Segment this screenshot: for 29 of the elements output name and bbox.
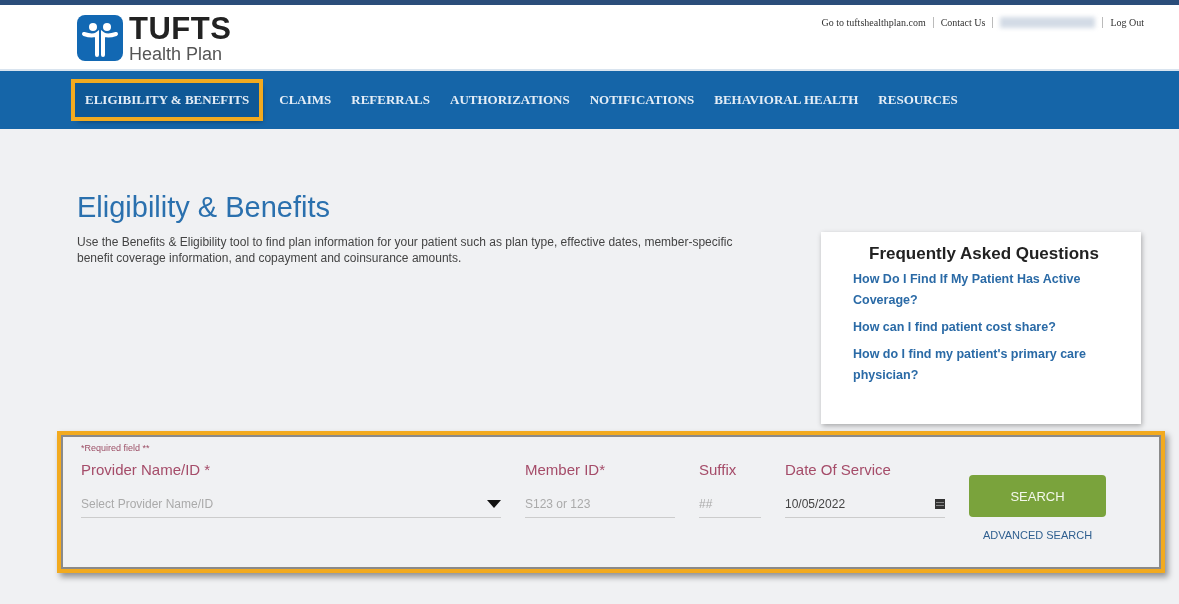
header-link[interactable]: Contact Us <box>940 16 986 28</box>
logo-icon <box>77 15 123 61</box>
advanced-search-link[interactable]: ADVANCED SEARCH <box>982 529 1093 541</box>
field-label: Date Of Service <box>785 461 892 478</box>
faq-link[interactable]: How do I find my patient's primary care physician? <box>853 344 1125 386</box>
field-label: Suffix <box>699 461 738 478</box>
logo-wordmark: TUFTS <box>129 13 232 44</box>
page-description: Use the Benefits & Eligibility tool to find plan information for your patient such as plan type, effective dates, member-specific benefit coverage information, and copayment and coinsurance amounts. <box>77 234 734 266</box>
nav-tab[interactable]: AUTHORIZATIONS <box>440 83 580 117</box>
header-link[interactable]: Go to tuftshealthplan.com <box>821 16 926 28</box>
faq-title: Frequently Asked Questions <box>869 244 1099 264</box>
field-label: Provider Name/ID * <box>81 461 212 478</box>
input-field[interactable]: S123 or 123 <box>525 490 675 518</box>
calendar-icon <box>935 498 945 509</box>
nav-tab[interactable]: BEHAVIORAL HEALTH <box>704 83 869 117</box>
header-link[interactable]: Log Out <box>1110 16 1144 28</box>
nav-tab[interactable]: CLAIMS <box>269 83 342 117</box>
nav-tab[interactable]: RESOURCES <box>868 83 968 117</box>
logo-subtitle: Health Plan <box>129 45 224 63</box>
input-field[interactable]: ## <box>699 490 761 518</box>
page-title: Eligibility & Benefits <box>77 191 332 224</box>
field-label: Member ID* <box>525 461 607 478</box>
date-field[interactable]: 10/05/2022 <box>785 490 945 518</box>
caret-icon <box>487 499 501 508</box>
nav-tab[interactable]: REFERRALS <box>341 83 440 117</box>
required-note: *Required field ** <box>81 443 151 453</box>
faq-link[interactable]: How Do I Find If My Patient Has Active Coverage? <box>853 269 1125 311</box>
faq-link[interactable]: How can I find patient cost share? <box>853 317 1056 338</box>
nav-tab[interactable]: NOTIFICATIONS <box>579 83 705 117</box>
